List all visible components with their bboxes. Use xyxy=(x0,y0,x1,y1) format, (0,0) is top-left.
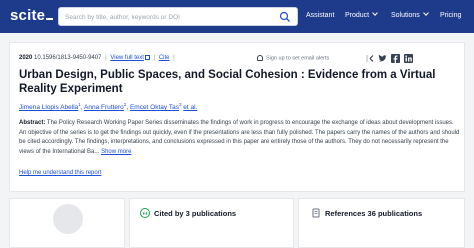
citation-graph-panel xyxy=(9,198,125,248)
cited-by-label: Cited by 3 publications xyxy=(154,209,237,218)
nav-solutions-label: Solutions xyxy=(391,12,420,19)
email-alerts-label: Sign up to set email alerts xyxy=(266,55,330,62)
scite-logo[interactable]: scite xyxy=(10,7,54,24)
divider: | xyxy=(153,55,156,62)
author-affiliation-number: 1 xyxy=(78,102,81,107)
nav-assistant-label: Assistant xyxy=(306,12,335,19)
divider: | xyxy=(105,55,107,62)
cited-by-tab[interactable]: Cited by 3 publications xyxy=(129,198,294,248)
share-icon[interactable] xyxy=(365,54,374,63)
abstract-text: The Policy Research Working Paper Series… xyxy=(19,120,460,155)
view-full-text-link[interactable]: View full text xyxy=(110,55,144,61)
external-link-icon xyxy=(144,55,150,60)
author-link[interactable]: Anna Fruttero xyxy=(84,104,124,111)
search-input[interactable] xyxy=(65,10,270,24)
paper-meta: 2020 10.1596/1813-9450-9407 | View full … xyxy=(19,55,177,61)
show-more-link[interactable]: Show more xyxy=(101,149,131,155)
abstract: Abstract: The Policy Research Working Pa… xyxy=(19,119,460,157)
twitter-icon[interactable] xyxy=(378,54,387,63)
facebook-icon[interactable] xyxy=(391,54,400,63)
paper-card: 2020 10.1596/1813-9450-9407 | View full … xyxy=(9,42,465,192)
author-link[interactable]: Emcet Oktay Tas xyxy=(130,104,179,111)
nav-solutions[interactable]: Solutions xyxy=(391,10,429,19)
quote-icon xyxy=(140,208,150,218)
logo-text: scite xyxy=(10,7,46,24)
chevron-down-icon xyxy=(422,10,429,16)
loading-placeholder xyxy=(53,204,83,234)
cite-link[interactable]: Cite xyxy=(159,55,170,61)
author-affiliation-number: 3 xyxy=(178,102,182,107)
author-affiliation-number: 2 xyxy=(123,102,127,107)
chevron-down-icon xyxy=(372,10,378,16)
nav-pricing[interactable]: Pricing xyxy=(440,12,461,19)
paper-title: Urban Design, Public Spaces, and Social … xyxy=(19,69,436,95)
email-alerts-button[interactable]: Sign up to set email alerts xyxy=(257,55,329,61)
references-label: References 36 publications xyxy=(325,209,423,218)
search-icon[interactable] xyxy=(279,11,291,23)
divider: | xyxy=(173,55,175,62)
bell-icon xyxy=(257,55,263,61)
nav-product[interactable]: Product xyxy=(345,10,378,19)
help-understand-link[interactable]: Help me understand this report xyxy=(19,170,101,176)
nav-assistant[interactable]: Assistant xyxy=(306,12,334,19)
abstract-label: Abstract: xyxy=(19,120,46,126)
linkedin-icon[interactable] xyxy=(404,54,413,63)
nav-pricing-label: Pricing xyxy=(440,12,462,19)
paper-year: 2020 xyxy=(19,55,33,62)
search-box[interactable] xyxy=(58,7,298,26)
author-link[interactable]: Jimena Llopis Abella xyxy=(19,104,78,111)
references-tab[interactable]: References 36 publications xyxy=(298,198,465,248)
author-list: Jimena Llopis Abella1, Anna Fruttero2, E… xyxy=(19,102,198,112)
logo-underscore xyxy=(46,18,54,20)
references-icon xyxy=(312,208,320,218)
nav-product-label: Product xyxy=(345,12,370,19)
et-al-link[interactable]: et al. xyxy=(183,104,197,111)
top-navbar: scite Assistant Product Solutions Pricin… xyxy=(0,0,474,33)
paper-doi[interactable]: 10.1596/1813-9450-9407 xyxy=(34,55,101,61)
